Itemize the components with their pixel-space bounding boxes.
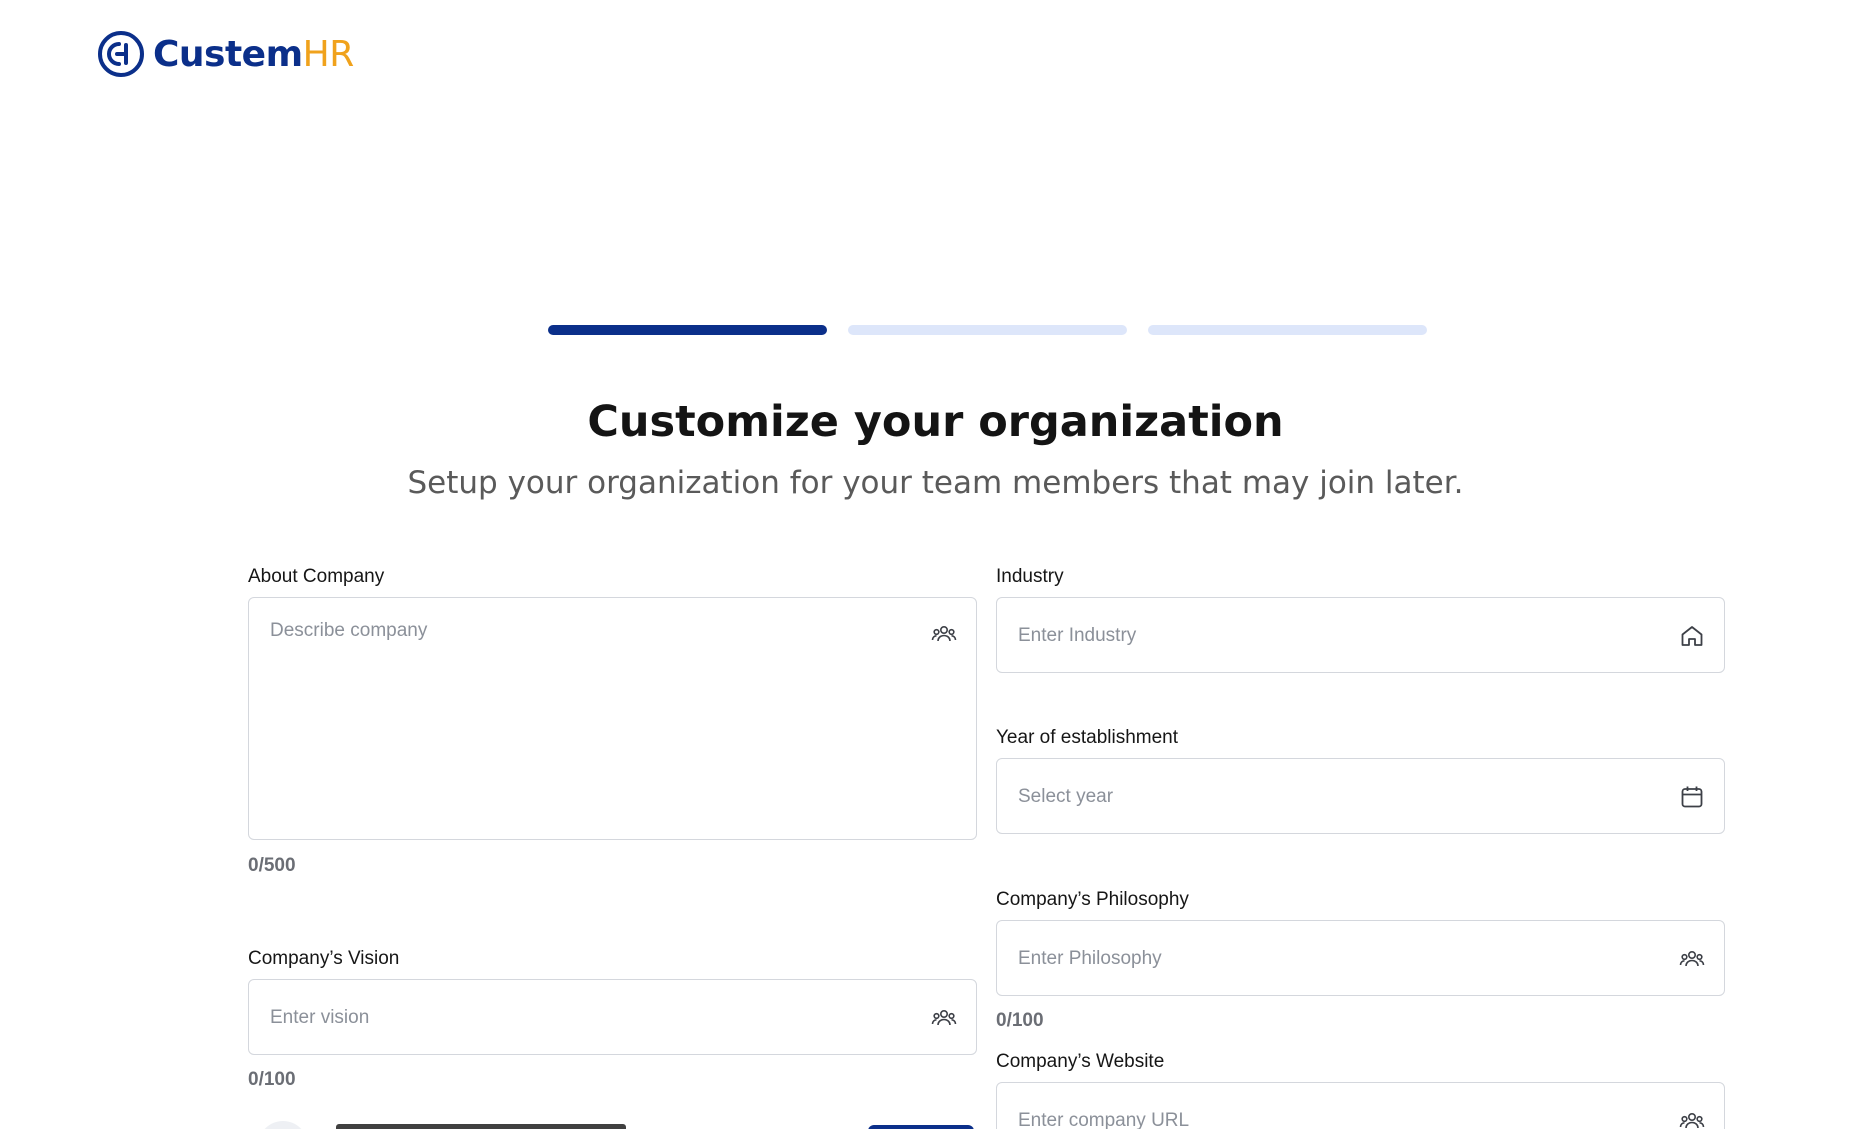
progress-step-1: [548, 325, 827, 335]
philosophy-label: Company’s Philosophy: [996, 889, 1189, 910]
people-group-icon: [931, 1010, 957, 1026]
page-title: Customize your organization: [587, 397, 1284, 447]
people-group-icon: [931, 626, 957, 642]
about-company-placeholder: Describe company: [270, 620, 428, 641]
calendar-icon: [1681, 786, 1703, 808]
brand-logo: CustemHR: [97, 30, 354, 78]
brand-logo-icon: [98, 31, 144, 77]
company-vision-label: Company’s Vision: [248, 948, 400, 969]
website-label: Company’s Website: [996, 1051, 1165, 1072]
industry-input[interactable]: Enter Industry: [996, 597, 1725, 673]
year-label: Year of establishment: [996, 727, 1179, 748]
house-icon: [1681, 626, 1703, 646]
company-vision-counter: 0/100: [248, 1069, 296, 1090]
people-group-icon: [1679, 1113, 1705, 1129]
philosophy-placeholder: Enter Philosophy: [1018, 948, 1162, 969]
upload-row-text: [336, 1124, 626, 1129]
step-progress: [548, 325, 1427, 335]
progress-step-3: [1148, 325, 1427, 335]
philosophy-counter: 0/100: [996, 1010, 1044, 1031]
year-placeholder: Select year: [1018, 786, 1114, 807]
brand-name-part2: HR: [302, 33, 355, 75]
philosophy-input[interactable]: Enter Philosophy: [996, 920, 1725, 996]
page-subtitle: Setup your organization for your team me…: [407, 465, 1464, 501]
about-company-label: About Company: [248, 566, 385, 587]
website-placeholder: Enter company URL: [1018, 1110, 1190, 1129]
progress-step-2: [848, 325, 1127, 335]
brand-name: CustemHR: [153, 34, 354, 75]
brand-name-part1: Custem: [153, 33, 303, 75]
about-company-textarea[interactable]: Describe company: [248, 597, 977, 840]
industry-placeholder: Enter Industry: [1018, 625, 1137, 646]
year-select[interactable]: Select year: [996, 758, 1725, 834]
company-vision-placeholder: Enter vision: [270, 1007, 370, 1028]
company-vision-input[interactable]: Enter vision: [248, 979, 977, 1055]
upload-button[interactable]: [868, 1125, 974, 1129]
people-group-icon: [1679, 951, 1705, 967]
about-company-counter: 0/500: [248, 855, 296, 876]
website-input[interactable]: Enter company URL: [996, 1082, 1725, 1129]
industry-label: Industry: [996, 566, 1064, 587]
upload-avatar-placeholder[interactable]: [258, 1121, 308, 1129]
